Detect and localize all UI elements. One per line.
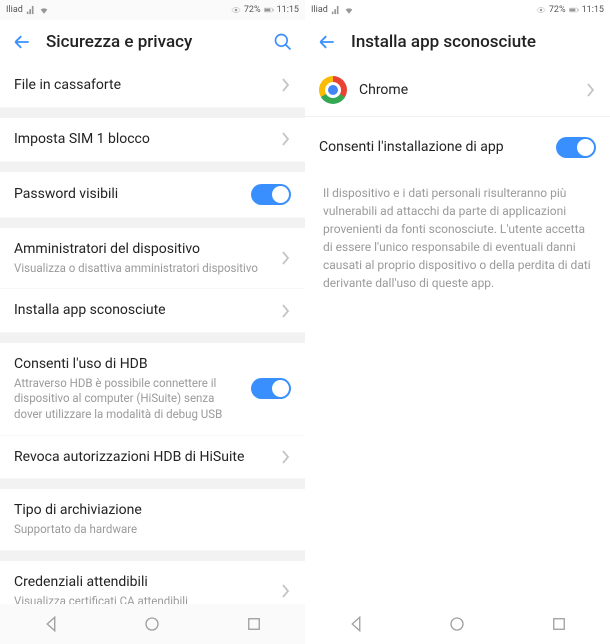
carrier-label: Iliad	[6, 5, 23, 15]
row-device-admins[interactable]: Amministratori del dispositivo Visualizz…	[0, 228, 305, 289]
label: Tipo di archiviazione	[14, 501, 291, 520]
sublabel: Attraverso HDB è possibile connettere il…	[14, 376, 241, 423]
chevron-right-icon	[281, 251, 291, 265]
row-file-cassaforte[interactable]: File in cassaforte	[0, 64, 305, 108]
page-title: Installa app sconosciute	[351, 32, 598, 52]
nav-recent-icon[interactable]	[550, 615, 568, 633]
nav-back-icon[interactable]	[42, 615, 60, 633]
chevron-right-icon	[586, 83, 596, 97]
time-label: 11:15	[582, 5, 604, 15]
screen-security-privacy: Iliad 72% 11:15 Sicurezza e privacy File…	[0, 0, 305, 644]
row-revoke-hdb[interactable]: Revoca autorizzazioni HDB di HiSuite	[0, 436, 305, 480]
app-name: Chrome	[359, 82, 574, 98]
navbar	[0, 604, 305, 644]
chevron-right-icon	[281, 450, 291, 464]
chevron-right-icon	[281, 132, 291, 146]
row-trusted-credentials[interactable]: Credenziali attendibili Visualizza certi…	[0, 561, 305, 604]
wifi-icon	[344, 5, 354, 15]
nav-recent-icon[interactable]	[245, 615, 263, 633]
screen-install-unknown: Iliad 72% 11:15 Installa app sconosciute…	[305, 0, 610, 644]
titlebar: Installa app sconosciute	[305, 20, 610, 64]
carrier-label: Iliad	[311, 5, 328, 15]
battery-icon	[264, 5, 274, 15]
toggle-allow-install[interactable]	[556, 137, 596, 158]
nav-home-icon[interactable]	[143, 615, 161, 633]
label: Imposta SIM 1 blocco	[14, 130, 271, 149]
sublabel: Supportato da hardware	[14, 522, 291, 538]
statusbar: Iliad 72% 11:15	[305, 0, 610, 20]
toggle-hdb[interactable]	[251, 378, 291, 399]
chevron-right-icon	[281, 78, 291, 92]
toggle-password-visible[interactable]	[251, 184, 291, 205]
battery-label: 72%	[244, 5, 261, 15]
warning-text: Il dispositivo e i dati personali risult…	[305, 170, 610, 306]
label: Revoca autorizzazioni HDB di HiSuite	[14, 448, 271, 467]
unknown-apps-content: Chrome Consenti l'installazione di app I…	[305, 64, 610, 604]
sublabel: Visualizza certificati CA attendibili	[14, 594, 271, 604]
statusbar: Iliad 72% 11:15	[0, 0, 305, 20]
back-icon[interactable]	[317, 32, 337, 52]
signal-icon	[331, 5, 341, 15]
label: Consenti l'installazione di app	[319, 138, 546, 157]
row-install-unknown[interactable]: Installa app sconosciute	[0, 289, 305, 333]
chrome-icon	[319, 76, 347, 104]
navbar	[305, 604, 610, 644]
row-chrome-app[interactable]: Chrome	[305, 64, 610, 117]
back-icon[interactable]	[12, 32, 32, 52]
search-icon[interactable]	[273, 32, 293, 52]
label: Amministratori del dispositivo	[14, 240, 271, 259]
battery-icon	[569, 5, 579, 15]
titlebar: Sicurezza e privacy	[0, 20, 305, 64]
nav-home-icon[interactable]	[448, 615, 466, 633]
row-password-visible: Password visibili	[0, 172, 305, 218]
label: Password visibili	[14, 185, 241, 204]
eye-off-icon	[536, 5, 546, 15]
chevron-right-icon	[281, 304, 291, 318]
sublabel: Visualizza o disattiva amministratori di…	[14, 261, 271, 277]
battery-label: 72%	[549, 5, 566, 15]
chevron-right-icon	[281, 584, 291, 598]
settings-list: File in cassaforte Imposta SIM 1 blocco …	[0, 64, 305, 604]
label: Consenti l'uso di HDB	[14, 355, 241, 374]
wifi-icon	[39, 5, 49, 15]
time-label: 11:15	[277, 5, 299, 15]
row-allow-hdb: Consenti l'uso di HDB Attraverso HDB è p…	[0, 343, 305, 435]
row-sim-block[interactable]: Imposta SIM 1 blocco	[0, 118, 305, 162]
row-allow-install: Consenti l'installazione di app	[305, 125, 610, 170]
label: File in cassaforte	[14, 76, 271, 95]
label: Credenziali attendibili	[14, 573, 271, 592]
label: Installa app sconosciute	[14, 301, 271, 320]
nav-back-icon[interactable]	[347, 615, 365, 633]
page-title: Sicurezza e privacy	[46, 32, 259, 52]
signal-icon	[26, 5, 36, 15]
eye-off-icon	[231, 5, 241, 15]
row-storage-type: Tipo di archiviazione Supportato da hard…	[0, 489, 305, 550]
